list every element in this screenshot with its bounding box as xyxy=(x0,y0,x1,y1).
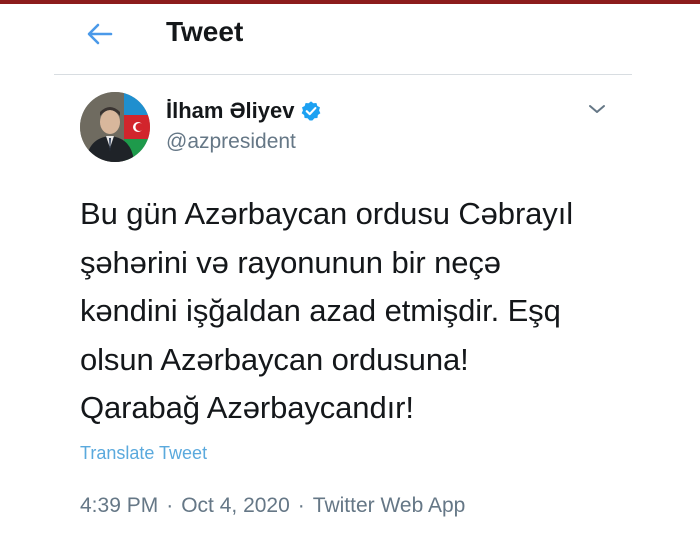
verified-badge-icon xyxy=(300,100,322,122)
author-display-name[interactable]: İlham Əliyev xyxy=(166,98,294,124)
header-divider xyxy=(54,74,632,75)
chevron-down-icon xyxy=(589,105,605,113)
author-handle[interactable]: @azpresident xyxy=(166,130,322,154)
avatar[interactable] xyxy=(80,92,150,162)
tweet-header: Tweet xyxy=(0,4,700,74)
tweet-body-text: Bu gün Azərbaycan ordusu Cəbrayıl şəhəri… xyxy=(80,196,574,425)
tweet-source-app[interactable]: Twitter Web App xyxy=(313,494,466,518)
back-arrow-icon xyxy=(87,23,113,45)
author-name-row: İlham Əliyev xyxy=(166,96,322,126)
meta-separator: · xyxy=(166,494,174,517)
tweet-time[interactable]: 4:39 PM xyxy=(80,494,158,518)
more-options-button[interactable] xyxy=(586,100,608,118)
tweet-date[interactable]: Oct 4, 2020 xyxy=(181,494,290,518)
tweet-metadata: 4:39 PM · Oct 4, 2020 · Twitter Web App xyxy=(80,494,465,518)
back-button[interactable] xyxy=(84,18,116,50)
avatar-portrait-image xyxy=(80,92,150,162)
page-title: Tweet xyxy=(166,16,244,47)
tweet-author: İlham Əliyev @azpresident xyxy=(166,96,322,154)
meta-separator: · xyxy=(297,494,305,517)
translate-tweet-link[interactable]: Translate Tweet xyxy=(80,443,207,464)
